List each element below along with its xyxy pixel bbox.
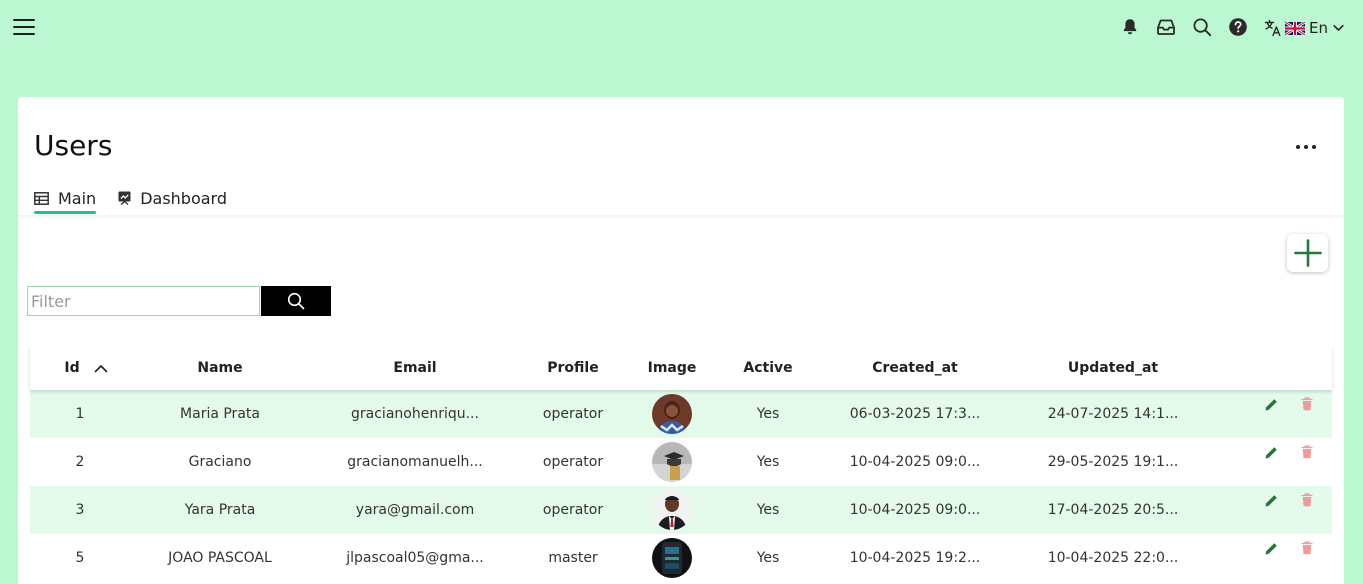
page-title: Users [34, 129, 113, 162]
edit-icon[interactable] [1262, 443, 1280, 461]
cell-email: gracianomanuelh... [347, 454, 483, 470]
tab-main-label: Main [58, 188, 97, 208]
cell-active: Yes [756, 454, 780, 470]
language-code: En [1309, 19, 1328, 37]
user-avatar [652, 394, 692, 434]
cell-image [626, 538, 718, 578]
user-avatar [652, 490, 692, 530]
table-icon [34, 191, 49, 205]
more-options-icon[interactable] [1294, 137, 1320, 157]
cell-id: 5 [75, 550, 85, 566]
cell-created-at: 10-04-2025 19:2... [849, 550, 981, 566]
cell-updated-at: 24-07-2025 14:1... [1047, 406, 1179, 422]
cell-active: Yes [756, 550, 780, 566]
cell-email: yara@gmail.com [355, 502, 475, 518]
cell-created-at: 06-03-2025 17:3... [849, 406, 981, 422]
tab-dashboard-label: Dashboard [140, 188, 228, 208]
row-actions [1262, 443, 1316, 461]
cell-name: JOAO PASCOAL [168, 550, 272, 566]
edit-icon[interactable] [1262, 491, 1280, 509]
cell-profile: operator [542, 502, 604, 518]
content-card: Users Main Dashboard Id Name Emai [18, 97, 1344, 584]
language-selector[interactable]: En [1264, 17, 1344, 39]
inbox-icon[interactable] [1156, 17, 1176, 37]
user-avatar [652, 538, 692, 578]
row-actions [1262, 395, 1316, 413]
tab-main[interactable]: Main [34, 185, 97, 214]
table-row[interactable]: 5 JOAO PASCOAL jlpascoal05@gma... master… [30, 534, 1332, 582]
column-header-email[interactable]: Email [310, 360, 520, 376]
cell-name: Yara Prata [184, 502, 256, 518]
users-table: Id Name Email Profile Image Active Creat… [30, 346, 1332, 582]
chevron-down-icon [1333, 24, 1344, 31]
edit-icon[interactable] [1262, 539, 1280, 557]
cell-id: 1 [75, 406, 85, 422]
column-header-profile[interactable]: Profile [520, 360, 626, 376]
tab-divider [18, 215, 1344, 219]
cell-updated-at: 17-04-2025 20:5... [1047, 502, 1179, 518]
dashboard-icon [118, 191, 131, 205]
cell-name: Maria Prata [180, 406, 260, 422]
add-user-button[interactable] [1287, 234, 1328, 272]
tab-bar: Main Dashboard [34, 185, 249, 214]
filter-input[interactable] [27, 286, 260, 316]
bell-icon[interactable] [1120, 17, 1140, 37]
table-header: Id Name Email Profile Image Active Creat… [30, 346, 1332, 390]
cell-image [626, 442, 718, 482]
cell-image [626, 394, 718, 434]
column-header-id[interactable]: Id [30, 357, 130, 379]
cell-active: Yes [756, 406, 780, 422]
delete-icon[interactable] [1298, 491, 1316, 509]
search-button[interactable] [261, 286, 331, 316]
translate-icon [1264, 19, 1281, 37]
column-header-active[interactable]: Active [718, 360, 818, 376]
delete-icon[interactable] [1298, 395, 1316, 413]
cell-created-at: 10-04-2025 09:0... [849, 454, 981, 470]
row-actions [1262, 491, 1316, 509]
cell-updated-at: 10-04-2025 22:0... [1047, 550, 1179, 566]
menu-icon[interactable] [13, 17, 35, 35]
cell-email: gracianohenriqu... [351, 406, 479, 422]
search-icon [287, 292, 305, 310]
column-header-updated-at[interactable]: Updated_at [1012, 360, 1214, 376]
cell-id: 3 [75, 502, 85, 518]
search-icon[interactable] [1192, 17, 1212, 37]
top-bar: En [0, 0, 1363, 56]
edit-icon[interactable] [1262, 395, 1280, 413]
table-row[interactable]: 1 Maria Prata gracianohenriqu... operato… [30, 390, 1332, 438]
sort-ascending-icon[interactable] [90, 357, 112, 379]
cell-id: 2 [75, 454, 85, 470]
cell-profile: master [548, 550, 598, 566]
cell-name: Graciano [188, 454, 252, 470]
cell-updated-at: 29-05-2025 19:1... [1047, 454, 1179, 470]
column-header-name[interactable]: Name [130, 360, 310, 376]
uk-flag-icon [1285, 21, 1305, 35]
tab-dashboard[interactable]: Dashboard [118, 185, 227, 211]
column-header-created-at[interactable]: Created_at [818, 360, 1012, 376]
help-icon[interactable] [1228, 17, 1248, 37]
cell-image [626, 490, 718, 530]
column-header-image[interactable]: Image [626, 360, 718, 376]
delete-icon[interactable] [1298, 539, 1316, 557]
row-actions [1262, 539, 1316, 557]
user-avatar [652, 442, 692, 482]
cell-email: jlpascoal05@gma... [346, 550, 484, 566]
table-row[interactable]: 3 Yara Prata yara@gmail.com operator Yes… [30, 486, 1332, 534]
cell-created-at: 10-04-2025 09:0... [849, 502, 981, 518]
cell-profile: operator [542, 454, 604, 470]
plus-icon [1293, 239, 1322, 267]
cell-profile: operator [542, 406, 604, 422]
delete-icon[interactable] [1298, 443, 1316, 461]
cell-active: Yes [756, 502, 780, 518]
table-row[interactable]: 2 Graciano gracianomanuelh... operator Y… [30, 438, 1332, 486]
